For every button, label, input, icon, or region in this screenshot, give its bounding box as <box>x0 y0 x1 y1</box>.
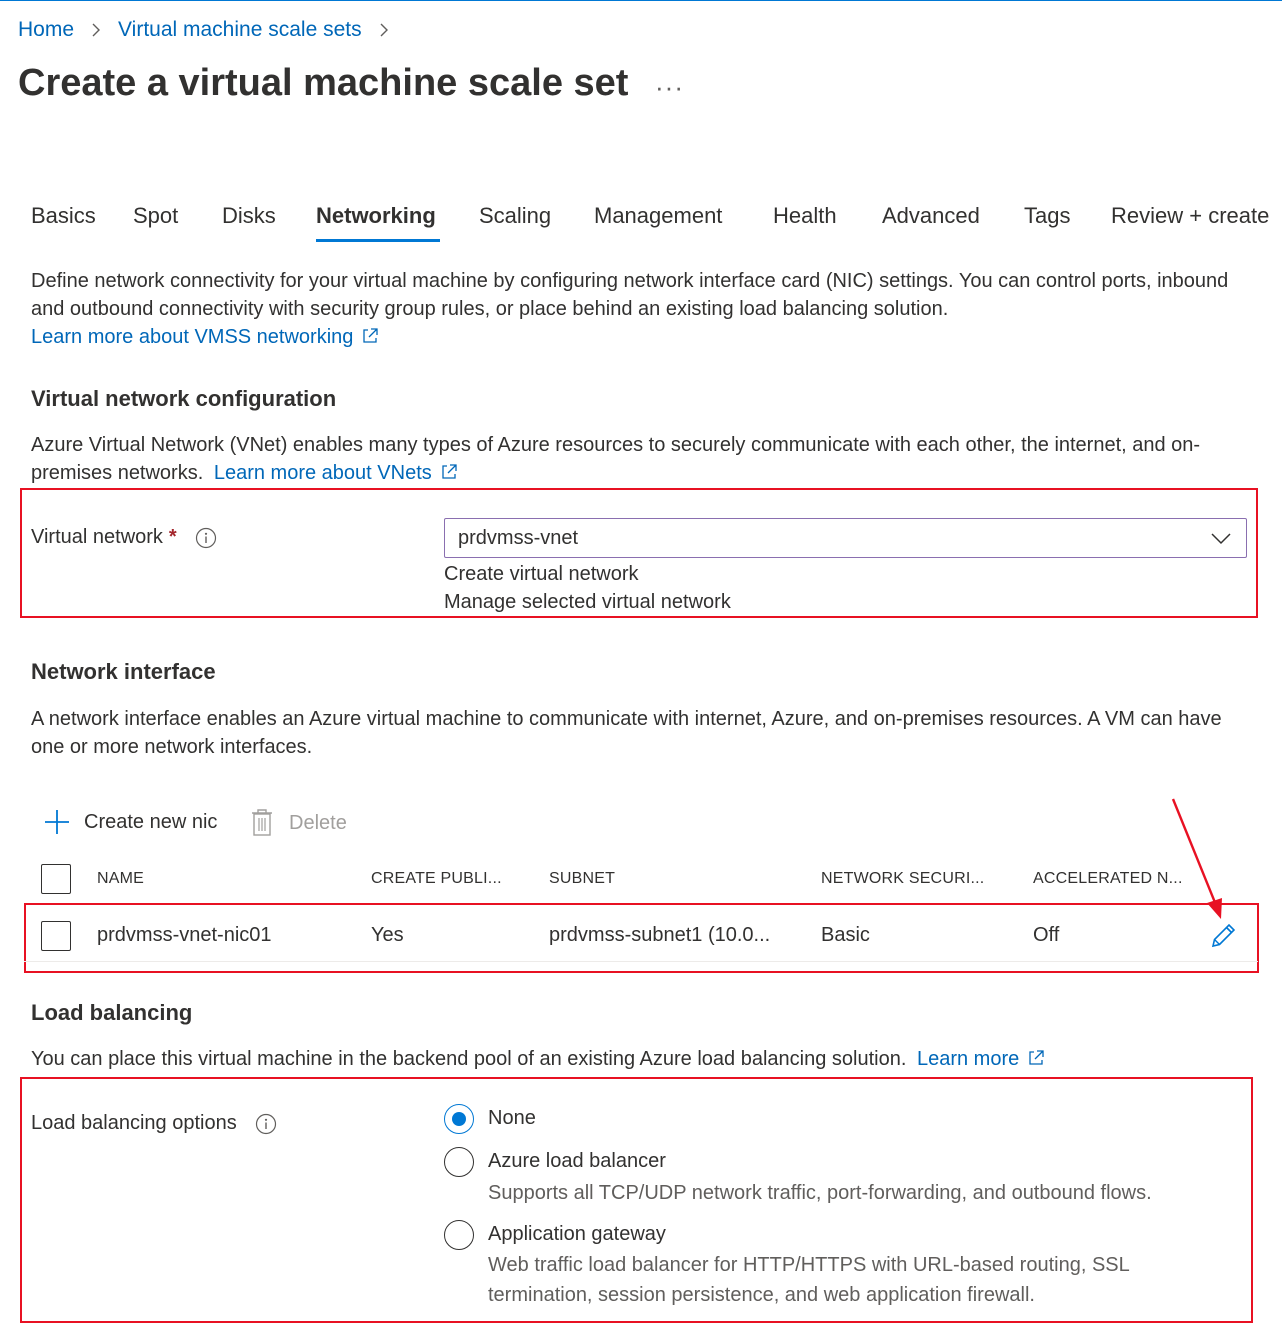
column-header-create-public[interactable]: CREATE PUBLI... <box>371 870 502 888</box>
radio-application-gateway[interactable] <box>444 1220 474 1250</box>
breadcrumb-home[interactable]: Home <box>18 18 74 42</box>
load-balancing-options-label-text: Load balancing options <box>31 1112 237 1134</box>
virtual-network-label: Virtual network * <box>31 526 217 549</box>
create-new-nic-button[interactable]: Create new nic <box>44 809 217 835</box>
delete-nic-label: Delete <box>289 811 347 834</box>
plus-icon <box>45 810 69 834</box>
virtual-network-dropdown[interactable]: prdvmss-vnet <box>444 518 1247 558</box>
azure-load-balancer-description: Supports all TCP/UDP network traffic, po… <box>488 1182 1152 1204</box>
nic-subnet-cell: prdvmss-subnet1 (10.0... <box>549 924 771 946</box>
load-balancing-options-label: Load balancing options <box>31 1112 277 1135</box>
active-tab-indicator <box>316 239 440 242</box>
tab-management[interactable]: Management <box>594 203 722 229</box>
external-link-icon <box>1029 1050 1044 1065</box>
column-header-subnet[interactable]: SUBNET <box>549 870 615 888</box>
nic-accelerated-cell: Off <box>1033 924 1060 946</box>
tab-disks[interactable]: Disks <box>222 203 276 229</box>
virtual-network-selected-value: prdvmss-vnet <box>458 526 579 549</box>
application-gateway-description: Web traffic load balancer for HTTP/HTTPS… <box>488 1254 1130 1306</box>
row-checkbox[interactable] <box>41 921 71 951</box>
info-icon[interactable] <box>255 1113 277 1135</box>
manage-virtual-network-link[interactable]: Manage selected virtual network <box>444 588 731 616</box>
create-virtual-network-link[interactable]: Create virtual network <box>444 560 639 588</box>
delete-nic-button[interactable]: Delete <box>251 809 347 837</box>
column-header-name[interactable]: NAME <box>97 870 144 888</box>
load-balancing-text: You can place this virtual machine in th… <box>31 1048 907 1070</box>
vnet-config-text: Azure Virtual Network (VNet) enables man… <box>31 434 1201 484</box>
create-new-nic-label: Create new nic <box>84 810 218 833</box>
learn-more-vmss-link[interactable]: Learn more about VMSS networking <box>31 326 353 348</box>
breadcrumb: Home Virtual machine scale sets <box>18 18 406 42</box>
network-interface-heading: Network interface <box>31 659 216 684</box>
load-balancing-heading: Load balancing <box>31 1000 193 1025</box>
intro-link-wrap: Learn more about VMSS networking <box>31 323 379 351</box>
vnet-config-heading: Virtual network configuration <box>31 386 337 411</box>
radio-azure-load-balancer[interactable] <box>444 1147 474 1177</box>
more-icon[interactable]: ··· <box>655 72 684 103</box>
radio-none-label[interactable]: None <box>488 1107 536 1130</box>
tab-health[interactable]: Health <box>773 203 837 229</box>
tab-tags[interactable]: Tags <box>1024 203 1070 229</box>
radio-application-gateway-label[interactable]: Application gateway <box>488 1223 666 1246</box>
trash-icon <box>252 809 272 836</box>
nic-create-public-cell: Yes <box>371 924 404 946</box>
nic-nsg-cell: Basic <box>821 924 870 946</box>
virtual-network-label-text: Virtual network <box>31 526 163 548</box>
chevron-down-icon <box>1211 533 1231 545</box>
row-divider <box>24 961 1258 962</box>
load-balancing-text-wrap: You can place this virtual machine in th… <box>31 1045 1045 1073</box>
tab-networking[interactable]: Networking <box>316 203 436 229</box>
chevron-right-icon <box>92 23 101 37</box>
page-title: Create a virtual machine scale set <box>18 62 629 104</box>
info-icon[interactable] <box>195 527 217 549</box>
tab-review-create[interactable]: Review + create <box>1111 203 1269 229</box>
radio-none[interactable] <box>444 1104 474 1134</box>
tab-advanced[interactable]: Advanced <box>882 203 980 229</box>
top-accent-line <box>0 0 1282 1</box>
tab-basics[interactable]: Basics <box>31 203 96 229</box>
annotation-arrow <box>1171 798 1222 919</box>
vnet-config-text-wrap: Azure Virtual Network (VNet) enables man… <box>31 431 1261 487</box>
radio-selected-dot <box>452 1112 466 1126</box>
select-all-checkbox[interactable] <box>41 864 71 894</box>
chevron-right-icon <box>380 23 388 37</box>
tab-scaling[interactable]: Scaling <box>479 203 551 229</box>
load-balancing-learn-more-link[interactable]: Learn more <box>917 1048 1019 1070</box>
intro-text: Define network connectivity for your vir… <box>31 270 1229 320</box>
network-interface-text: A network interface enables an Azure vir… <box>31 708 1222 758</box>
external-link-icon <box>442 464 457 479</box>
column-header-network-security[interactable]: NETWORK SECURI... <box>821 870 984 888</box>
breadcrumb-scale-sets[interactable]: Virtual machine scale sets <box>118 18 362 42</box>
radio-azure-load-balancer-label[interactable]: Azure load balancer <box>488 1150 666 1173</box>
required-mark: * <box>168 526 177 548</box>
nic-name-cell: prdvmss-vnet-nic01 <box>97 924 272 946</box>
tab-spot[interactable]: Spot <box>133 203 178 229</box>
learn-more-vnets-link[interactable]: Learn more about VNets <box>214 462 432 484</box>
external-link-icon <box>363 328 379 343</box>
